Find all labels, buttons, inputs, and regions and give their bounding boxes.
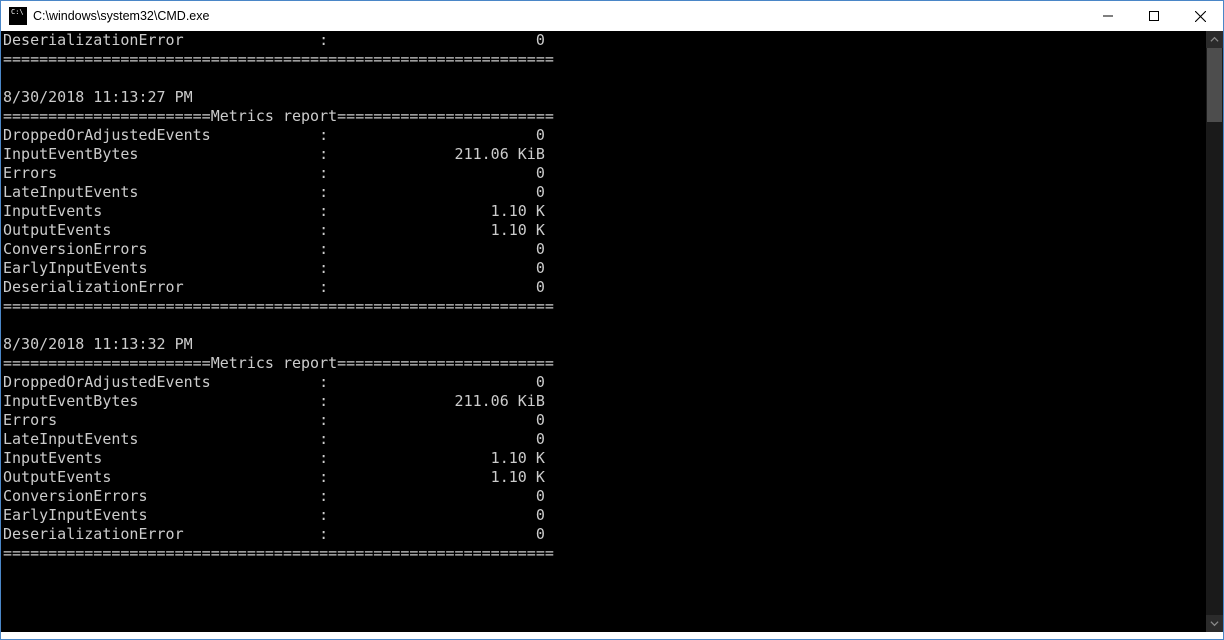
window-controls [1085,1,1223,31]
cmd-window: C:\windows\system32\CMD.exe Deserializat… [0,0,1224,640]
minimize-button[interactable] [1085,1,1131,31]
scroll-down-arrow[interactable] [1206,615,1223,632]
cmd-icon [9,7,27,25]
maximize-button[interactable] [1131,1,1177,31]
close-button[interactable] [1177,1,1223,31]
window-bottom-border [1,632,1223,639]
scrollbar-thumb[interactable] [1207,48,1222,122]
window-title: C:\windows\system32\CMD.exe [33,9,1085,23]
console-area: DeserializationError : 0 ===============… [1,31,1223,632]
console-output[interactable]: DeserializationError : 0 ===============… [1,31,1206,632]
titlebar[interactable]: C:\windows\system32\CMD.exe [1,1,1223,31]
vertical-scrollbar[interactable] [1206,31,1223,632]
scroll-up-arrow[interactable] [1206,31,1223,48]
scrollbar-track[interactable] [1206,48,1223,615]
